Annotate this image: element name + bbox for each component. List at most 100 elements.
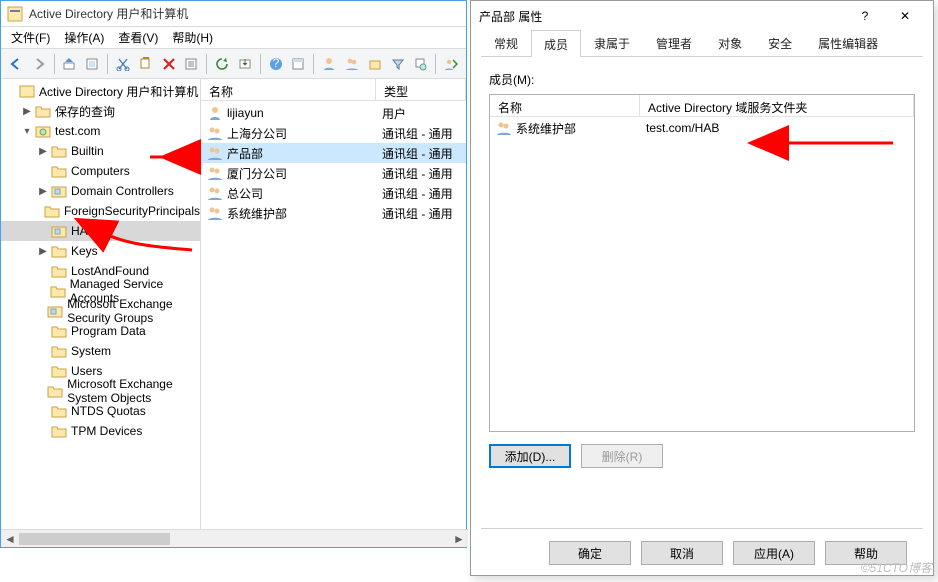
- col-type[interactable]: 类型: [376, 79, 466, 100]
- member-buttons: 添加(D)... 删除(R): [489, 444, 915, 468]
- list-pane[interactable]: 名称 类型 lijiayun用户上海分公司通讯组 - 通用产品部通讯组 - 通用…: [201, 79, 466, 529]
- refresh-icon[interactable]: [211, 53, 233, 75]
- tree-item[interactable]: ▪Computers: [1, 161, 200, 181]
- group-icon: [207, 185, 223, 201]
- apply-button[interactable]: 应用(A): [733, 541, 815, 565]
- cancel-button[interactable]: 取消: [641, 541, 723, 565]
- tab-5[interactable]: 安全: [755, 29, 805, 56]
- tree-item[interactable]: ▪ForeignSecurityPrincipals: [1, 201, 200, 221]
- row-name: 厦门分公司: [227, 165, 287, 182]
- tree-label: Computers: [69, 164, 130, 178]
- folder-icon: [51, 163, 67, 179]
- menu-3[interactable]: 帮助(H): [166, 27, 219, 48]
- row-name: 产品部: [227, 145, 263, 162]
- tree-pane[interactable]: Active Directory 用户和计算机▶保存的查询 ▾ test.com ▶ B…: [1, 79, 201, 529]
- back-icon[interactable]: [5, 53, 27, 75]
- expand-icon[interactable]: ▾: [21, 126, 33, 137]
- tree-item[interactable]: ▪System: [1, 341, 200, 361]
- tab-3[interactable]: 管理者: [643, 29, 705, 56]
- list-header: 名称 类型: [201, 79, 466, 101]
- tree-label: Microsoft Exchange System Objects: [65, 377, 200, 405]
- more-icon[interactable]: [440, 53, 462, 75]
- tab-2[interactable]: 隶属于: [581, 29, 643, 56]
- members-col-path[interactable]: Active Directory 域服务文件夹: [640, 95, 914, 116]
- new-group-icon[interactable]: [341, 53, 363, 75]
- delete-icon[interactable]: [158, 53, 180, 75]
- members-listbox[interactable]: 名称 Active Directory 域服务文件夹 系统维护部test.com…: [489, 94, 915, 432]
- list-row[interactable]: 厦门分公司通讯组 - 通用: [201, 163, 466, 183]
- folder-icon: [44, 203, 60, 219]
- tree-item[interactable]: ▪Microsoft Exchange Security Groups: [1, 301, 200, 321]
- properties-icon[interactable]: [81, 53, 103, 75]
- group-icon: [207, 165, 223, 181]
- tree-label: test.com: [53, 124, 100, 138]
- tree-label: Domain Controllers: [69, 184, 174, 198]
- folder-icon: [51, 403, 67, 419]
- add-button[interactable]: 添加(D)...: [489, 444, 571, 468]
- col-name[interactable]: 名称: [201, 79, 376, 100]
- menu-1[interactable]: 操作(A): [58, 27, 110, 48]
- row-name: 上海分公司: [227, 125, 287, 142]
- filter-icon[interactable]: [409, 53, 431, 75]
- tree-item[interactable]: ▶保存的查询: [1, 101, 200, 121]
- ok-button[interactable]: 确定: [549, 541, 631, 565]
- list-row[interactable]: 上海分公司通讯组 - 通用: [201, 123, 466, 143]
- tab-0[interactable]: 常规: [481, 29, 531, 56]
- expand-icon[interactable]: ▶: [21, 106, 33, 117]
- scroll-track[interactable]: [19, 533, 450, 545]
- expand-icon[interactable]: ▶: [37, 146, 49, 157]
- expand-icon[interactable]: ▶: [37, 246, 49, 257]
- menu-0[interactable]: 文件(F): [5, 27, 56, 48]
- h-scrollbar[interactable]: ◄ ►: [1, 529, 468, 547]
- help-icon[interactable]: ?: [265, 53, 287, 75]
- tree-item[interactable]: ▶ Keys: [1, 241, 200, 261]
- row-type: 通讯组 - 通用: [376, 185, 466, 202]
- new-user-icon[interactable]: [318, 53, 340, 75]
- tree-label: NTDS Quotas: [69, 404, 146, 418]
- ou-icon: [47, 303, 63, 319]
- menu-2[interactable]: 查看(V): [112, 27, 164, 48]
- find-icon[interactable]: [387, 53, 409, 75]
- new-ou-icon[interactable]: [364, 53, 386, 75]
- tree-item[interactable]: ▪HAB: [1, 221, 200, 241]
- tree-item[interactable]: ▪Microsoft Exchange System Objects: [1, 381, 200, 401]
- scroll-thumb[interactable]: [19, 533, 170, 545]
- help-button[interactable]: ?: [845, 4, 885, 28]
- tree-label: Keys: [69, 244, 98, 258]
- title-bar: Active Directory 用户和计算机: [1, 1, 466, 27]
- tree-item[interactable]: ▶ Domain Controllers: [1, 181, 200, 201]
- group-icon: [207, 145, 223, 161]
- forward-icon[interactable]: [28, 53, 50, 75]
- aduc-window: Active Directory 用户和计算机 文件(F)操作(A)查看(V)帮…: [0, 0, 467, 548]
- domain-icon: [35, 123, 51, 139]
- cut-icon[interactable]: [112, 53, 134, 75]
- list-row[interactable]: 系统维护部通讯组 - 通用: [201, 203, 466, 223]
- list-row[interactable]: 产品部通讯组 - 通用: [201, 143, 466, 163]
- tab-1[interactable]: 成员: [531, 30, 581, 57]
- tree-label: Builtin: [69, 144, 104, 158]
- scroll-right-icon[interactable]: ►: [450, 531, 468, 547]
- tab-4[interactable]: 对象: [705, 29, 755, 56]
- members-col-name[interactable]: 名称: [490, 95, 640, 116]
- split-body: Active Directory 用户和计算机▶保存的查询 ▾ test.com ▶ B…: [1, 79, 466, 529]
- copy-icon[interactable]: [135, 53, 157, 75]
- export-icon[interactable]: [234, 53, 256, 75]
- scroll-left-icon[interactable]: ◄: [1, 531, 19, 547]
- tree-item[interactable]: ▪TPM Devices: [1, 421, 200, 441]
- folder-icon: [47, 383, 63, 399]
- tree-item[interactable]: ▶ Builtin: [1, 141, 200, 161]
- tree-root[interactable]: Active Directory 用户和计算机: [1, 81, 200, 101]
- expand-icon[interactable]: ▶: [37, 186, 49, 197]
- member-row[interactable]: 系统维护部test.com/HAB: [490, 117, 914, 139]
- tree-item[interactable]: ▾ test.com: [1, 121, 200, 141]
- row-name: lijiayun: [227, 106, 264, 120]
- folder-icon: [35, 103, 51, 119]
- tab-6[interactable]: 属性编辑器: [805, 29, 891, 56]
- view-icon[interactable]: [288, 53, 310, 75]
- folder-icon: [51, 243, 67, 259]
- list-row[interactable]: lijiayun用户: [201, 103, 466, 123]
- up-icon[interactable]: [59, 53, 81, 75]
- list-row[interactable]: 总公司通讯组 - 通用: [201, 183, 466, 203]
- close-button[interactable]: ✕: [885, 4, 925, 28]
- props2-icon[interactable]: [180, 53, 202, 75]
